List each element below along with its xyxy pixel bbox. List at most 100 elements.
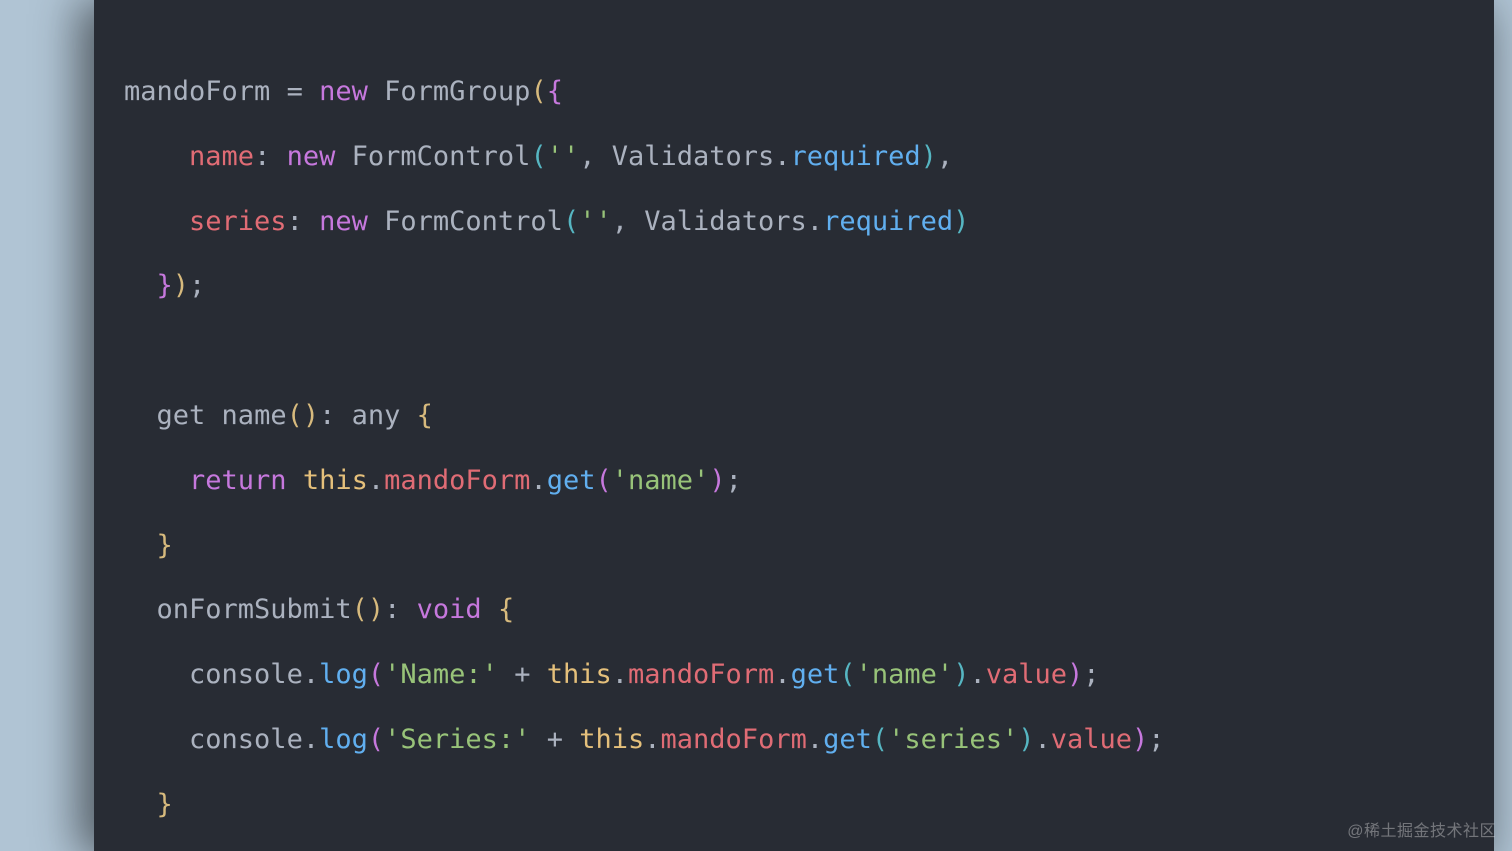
- code-token: ): [1132, 724, 1148, 755]
- code-token: , Validators.: [612, 206, 823, 237]
- code-token: ): [303, 400, 319, 431]
- code-token: (: [368, 724, 384, 755]
- code-token: log: [319, 659, 368, 690]
- code-token: :: [254, 141, 287, 172]
- code-token: get: [791, 659, 840, 690]
- code-token: mandoForm: [628, 659, 774, 690]
- code-editor-panel: mandoForm = new FormGroup({ name: new Fo…: [94, 0, 1494, 851]
- code-token: ): [709, 465, 725, 496]
- code-token: get: [547, 465, 596, 496]
- code-token: : any: [319, 400, 417, 431]
- code-token: {: [498, 594, 514, 625]
- code-token: (: [530, 141, 546, 172]
- code-token: 'Series:': [384, 724, 530, 755]
- code-token: onFormSubmit: [157, 594, 352, 625]
- code-token: ;: [726, 465, 742, 496]
- code-block: mandoForm = new FormGroup({ name: new Fo…: [124, 60, 1464, 838]
- code-token: ): [1067, 659, 1083, 690]
- code-token: (: [563, 206, 579, 237]
- code-token: .: [303, 724, 319, 755]
- code-line: onFormSubmit(): void {: [124, 594, 514, 625]
- code-line: console.log('Series:' + this.mandoForm.g…: [124, 724, 1165, 755]
- code-token: ): [953, 659, 969, 690]
- code-token: this: [579, 724, 644, 755]
- code-token: ;: [189, 270, 205, 301]
- code-token: name: [189, 141, 254, 172]
- code-token: .: [303, 659, 319, 690]
- code-token: '': [547, 141, 580, 172]
- code-token: }: [157, 530, 173, 561]
- code-token: ): [1018, 724, 1034, 755]
- code-token: {: [547, 76, 563, 107]
- code-token: console: [189, 724, 303, 755]
- code-token: }: [157, 789, 173, 820]
- code-line: name: new FormControl('', Validators.req…: [124, 141, 953, 172]
- code-token: required: [823, 206, 953, 237]
- code-token: this: [303, 465, 368, 496]
- code-line: console.log('Name:' + this.mandoForm.get…: [124, 659, 1100, 690]
- code-token: (: [839, 659, 855, 690]
- code-token: +: [498, 659, 547, 690]
- code-token: 'name': [856, 659, 954, 690]
- code-token: console: [189, 659, 303, 690]
- code-token: new: [319, 206, 368, 237]
- code-token: ): [173, 270, 189, 301]
- code-token: [303, 76, 319, 107]
- code-token: .: [807, 724, 823, 755]
- code-token: (: [352, 594, 368, 625]
- code-token: mandoForm: [124, 76, 287, 107]
- code-line: }: [124, 530, 173, 561]
- code-token: FormControl: [368, 206, 563, 237]
- code-token: :: [384, 594, 417, 625]
- code-token: ;: [1083, 659, 1099, 690]
- code-token: get: [823, 724, 872, 755]
- code-token: name: [205, 400, 286, 431]
- code-token: .: [644, 724, 660, 755]
- code-token: new: [287, 141, 336, 172]
- code-token: .: [774, 659, 790, 690]
- code-token: +: [530, 724, 579, 755]
- code-token: 'series': [888, 724, 1018, 755]
- code-token: this: [547, 659, 612, 690]
- code-token: log: [319, 724, 368, 755]
- code-token: [482, 594, 498, 625]
- code-token: .: [612, 659, 628, 690]
- code-token: [287, 465, 303, 496]
- code-token: .: [969, 659, 985, 690]
- code-token: FormGroup: [368, 76, 531, 107]
- code-token: }: [157, 270, 173, 301]
- code-token: return: [189, 465, 287, 496]
- code-token: ): [953, 206, 969, 237]
- code-token: (: [872, 724, 888, 755]
- code-line: series: new FormControl('', Validators.r…: [124, 206, 969, 237]
- code-token: required: [791, 141, 921, 172]
- code-token: ;: [1148, 724, 1164, 755]
- code-token: new: [319, 76, 368, 107]
- code-token: '': [579, 206, 612, 237]
- code-token: (: [368, 659, 384, 690]
- code-line: });: [124, 270, 205, 301]
- code-token: 'name': [612, 465, 710, 496]
- code-line: get name(): any {: [124, 400, 433, 431]
- code-token: (: [287, 400, 303, 431]
- code-token: value: [1051, 724, 1132, 755]
- code-line: return this.mandoForm.get('name');: [124, 465, 742, 496]
- code-token: void: [417, 594, 482, 625]
- code-token: series: [189, 206, 287, 237]
- code-token: FormControl: [335, 141, 530, 172]
- code-token: :: [287, 206, 320, 237]
- code-token: .: [1034, 724, 1050, 755]
- code-token: .: [530, 465, 546, 496]
- code-token: 'Name:': [384, 659, 498, 690]
- code-token: mandoForm: [384, 465, 530, 496]
- watermark-text: @稀土掘金技术社区: [1347, 817, 1496, 841]
- code-token: get: [157, 400, 206, 431]
- code-token: {: [417, 400, 433, 431]
- code-token: .: [368, 465, 384, 496]
- code-token: =: [287, 76, 303, 107]
- code-token: ,: [937, 141, 953, 172]
- code-token: (: [596, 465, 612, 496]
- code-token: value: [986, 659, 1067, 690]
- code-token: (: [530, 76, 546, 107]
- code-line: mandoForm = new FormGroup({: [124, 76, 563, 107]
